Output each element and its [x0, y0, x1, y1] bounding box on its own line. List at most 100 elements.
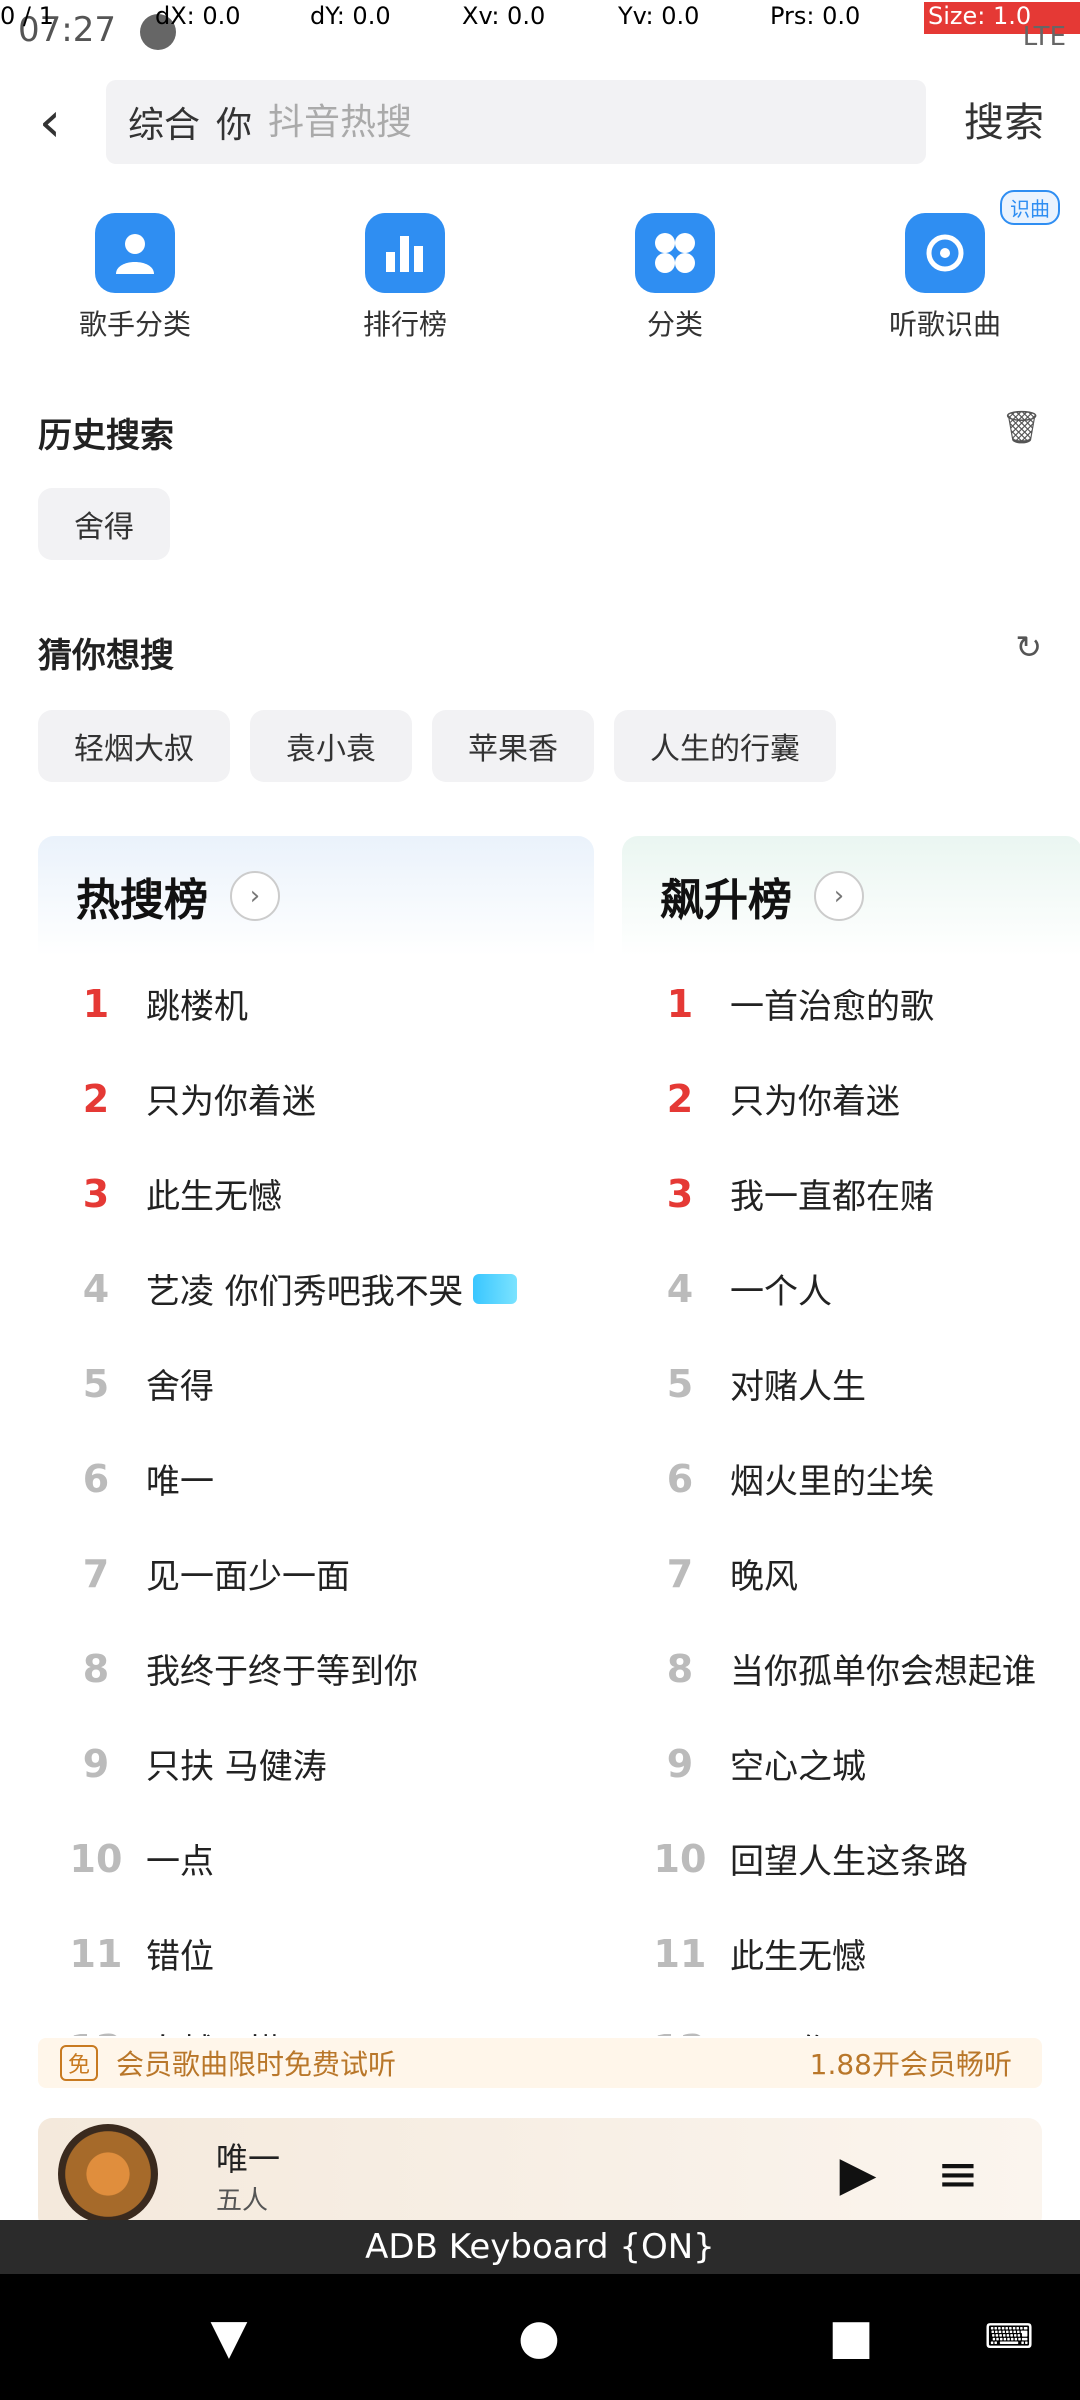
rank-number: 7 — [666, 1551, 694, 1596]
playlist-icon[interactable]: ≡ — [928, 2144, 988, 2204]
chart-row[interactable]: 3 此生无憾 — [38, 1146, 594, 1241]
song-title: 见一面少一面 — [146, 1557, 350, 1597]
song-title: 一个人 — [730, 1272, 832, 1312]
debug-pointer: 0 / 1 — [0, 2, 54, 30]
trash-icon[interactable]: 🗑 — [1001, 408, 1042, 446]
song-title: 跳楼机 — [146, 987, 248, 1027]
recents-icon[interactable]: ■ — [818, 2304, 884, 2370]
history-chip[interactable]: 舍得 — [38, 488, 170, 560]
chart-row[interactable]: 5 对赌人生 — [622, 1336, 1080, 1431]
rank-number: 9 — [82, 1741, 110, 1786]
chart-row[interactable]: 12 直越不懂 — [38, 2001, 594, 2037]
search-box[interactable]: 综合 你 — [106, 80, 926, 164]
song-title: 当你孤单你会想起谁 — [730, 1652, 1036, 1692]
suggestion-chip[interactable]: 轻烟大叔 — [38, 710, 230, 782]
chart-row[interactable]: 8 我终于终于等到你 — [38, 1621, 594, 1716]
refresh-icon[interactable]: ↻ — [1015, 628, 1042, 666]
history-list: 舍得 — [38, 488, 170, 560]
play-icon[interactable]: ▶ — [828, 2144, 888, 2204]
chart-row[interactable]: 6 唯一 — [38, 1431, 594, 1526]
chart-header: 飙升榜 › — [622, 836, 1080, 956]
song-title: 一首治愈的歌 — [730, 987, 934, 1027]
chart-row[interactable]: 9 只扶 马健涛 — [38, 1716, 594, 1811]
suggestion-chip[interactable]: 苹果香 — [432, 710, 594, 782]
vip-cta-button[interactable]: 1.88开会员畅听 — [810, 2043, 1012, 2083]
chart-row[interactable]: 7 晚风 — [622, 1526, 1080, 1621]
rank-number: 7 — [82, 1551, 110, 1596]
song-title: 此生无憾 — [730, 1937, 866, 1977]
chart-row[interactable]: 4 一个人 — [622, 1241, 1080, 1336]
chart-icon — [365, 213, 445, 293]
song-title: 我终于终于等到你 — [146, 1652, 418, 1692]
back-arrow-icon[interactable]: ‹ — [0, 62, 100, 182]
rank-number: 6 — [82, 1456, 110, 1501]
info-icon[interactable]: › — [814, 871, 864, 921]
search-button[interactable]: 搜索 — [964, 90, 1044, 148]
rank-number: 8 — [666, 1646, 694, 1691]
chart-row[interactable]: 5 舍得 — [38, 1336, 594, 1431]
chart-row[interactable]: 10 一点 — [38, 1811, 594, 1906]
chart-row[interactable]: 8 当你孤单你会想起谁 — [622, 1621, 1080, 1716]
debug-xv: Xv: 0.0 — [462, 2, 546, 30]
song-title: 我一直都在赌 — [730, 1177, 934, 1217]
song-title: 空心之城 — [730, 1747, 866, 1787]
song-title: 此生无憾 — [146, 1177, 282, 1217]
charts-row: 热搜榜 › 1 跳楼机 2 只为你着迷 3 此生无憾 4 艺凌 你们秀吧我不哭 5 舍得 6 唯一 7 见… — [38, 836, 1080, 2036]
mini-player[interactable]: 唯一 五人 ▶ ≡ — [38, 2118, 1042, 2230]
search-tag-you[interactable]: 你 — [216, 96, 252, 148]
rank-number: 12 — [66, 2027, 126, 2037]
back-triangle-icon[interactable]: ▼ — [196, 2304, 262, 2370]
chart-row[interactable]: 4 艺凌 你们秀吧我不哭 — [38, 1241, 594, 1336]
song-title: 一点 — [146, 1842, 214, 1882]
rank-number: 9 — [666, 1741, 694, 1786]
shortcut-singer-category[interactable]: 歌手分类 — [0, 186, 270, 370]
suggestion-chip[interactable]: 袁小袁 — [250, 710, 412, 782]
song-title: 只为你着迷 — [146, 1082, 316, 1122]
song-title: 烟火里的尘埃 — [730, 1462, 934, 1502]
rank-number: 11 — [653, 1931, 707, 1976]
song-title: 只扶 马健涛 — [146, 1747, 327, 1787]
vip-text: 会员歌曲限时免费试听 — [116, 2048, 397, 2081]
chart-row[interactable]: 7 见一面少一面 — [38, 1526, 594, 1621]
rank-number: 1 — [666, 981, 694, 1026]
system-nav-bar: ▼ ● ■ ⌨ — [0, 2274, 1080, 2400]
search-tag-all[interactable]: 综合 — [128, 96, 200, 148]
rank-number: 8 — [82, 1646, 110, 1691]
chart-row[interactable]: 9 空心之城 — [622, 1716, 1080, 1811]
song-title: 晚风 — [730, 1557, 798, 1597]
chart-row[interactable]: 3 我一直都在赌 — [622, 1146, 1080, 1241]
debug-yv: Yv: 0.0 — [618, 2, 700, 30]
rank-number: 3 — [82, 1171, 110, 1216]
home-icon[interactable]: ● — [506, 2304, 572, 2370]
chart-row[interactable]: 6 烟火里的尘埃 — [622, 1431, 1080, 1526]
song-title: 舍得 — [146, 1367, 214, 1407]
song-title: 只为你着迷 — [730, 1082, 900, 1122]
search-input[interactable] — [268, 101, 689, 143]
shortcut-ranking[interactable]: 排行榜 — [270, 186, 540, 370]
keyboard-icon[interactable]: ⌨ — [976, 2304, 1042, 2370]
rank-number: 5 — [666, 1361, 694, 1406]
chart-row[interactable]: 2 只为你着迷 — [622, 1051, 1080, 1146]
chart-row[interactable]: 11 错位 — [38, 1906, 594, 2001]
suggestion-list: 轻烟大叔 袁小袁 苹果香 人生的行囊 — [38, 710, 836, 782]
chart-row[interactable]: 2 只为你着迷 — [38, 1051, 594, 1146]
rising-chart: 飙升榜 › 1 一首治愈的歌 2 只为你着迷 3 我一直都在赌 4 一个人 5 对赌人生 6 烟火里的… — [622, 836, 1080, 2036]
rank-number: 4 — [666, 1266, 694, 1311]
shortcut-song-recognition[interactable]: 听歌识曲 识曲 — [810, 186, 1080, 370]
hot-tag-icon — [472, 1273, 517, 1304]
keyboard-status: ADB Keyboard {ON} — [0, 2220, 1080, 2274]
shortcut-label: 听歌识曲 — [888, 308, 1001, 341]
info-icon[interactable]: › — [230, 871, 280, 921]
album-cover[interactable] — [58, 2124, 158, 2224]
shortcut-category[interactable]: 分类 — [540, 186, 810, 370]
chart-row[interactable]: 1 一首治愈的歌 — [622, 956, 1080, 1051]
song-title: 错位 — [146, 1937, 214, 1977]
pointer-debug-overlay: 0 / 1 dX: 0.0 dY: 0.0 Xv: 0.0 Yv: 0.0 Pr… — [0, 0, 1080, 34]
debug-dx: dX: 0.0 — [155, 2, 241, 30]
chart-row[interactable]: 12 风下作 — [622, 2001, 1080, 2037]
vip-banner[interactable]: 免 会员歌曲限时免费试听 1.88开会员畅听 — [38, 2038, 1042, 2088]
chart-row[interactable]: 1 跳楼机 — [38, 956, 594, 1051]
chart-row[interactable]: 10 回望人生这条路 — [622, 1811, 1080, 1906]
chart-row[interactable]: 11 此生无憾 — [622, 1906, 1080, 2001]
suggestion-chip[interactable]: 人生的行囊 — [614, 710, 836, 782]
